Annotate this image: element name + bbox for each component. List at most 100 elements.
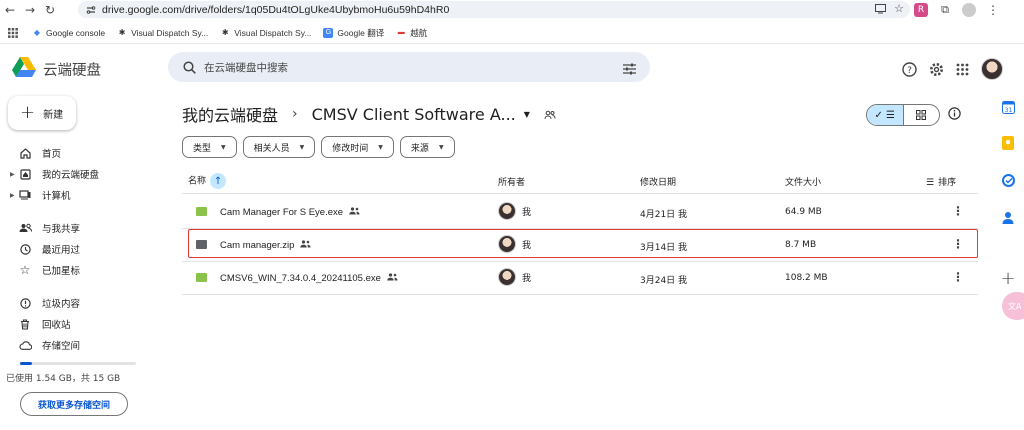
kebab-menu-icon[interactable]: ⋮ xyxy=(986,3,1000,17)
more-actions-icon[interactable]: ⋮ xyxy=(952,204,964,218)
sidebar-item-label: 回收站 xyxy=(42,320,71,331)
column-name-header[interactable]: 名称 ↑ xyxy=(188,173,227,189)
filter-type[interactable]: 类型 ▼ xyxy=(182,136,237,158)
extension-icon[interactable]: R xyxy=(914,3,928,17)
puzzle-icon[interactable]: ⧉ xyxy=(938,3,952,17)
file-size: 64.9 MB xyxy=(785,207,822,217)
sidebar-item-computers[interactable]: ▶ 计算机 xyxy=(10,186,71,204)
sidebar-item-label: 计算机 xyxy=(42,191,71,202)
apps-grid-icon[interactable] xyxy=(8,27,18,38)
apps-grid-icon[interactable] xyxy=(956,63,969,76)
table-row[interactable]: CMSV6_WIN_7.34.0.4_20241105.exe 我 3月24日 … xyxy=(182,262,978,295)
translate-extension-icon[interactable]: 文A xyxy=(1002,292,1024,320)
shared-icon xyxy=(18,221,32,235)
filter-source[interactable]: 来源 ▼ xyxy=(399,136,455,158)
sidebar-item-label: 我的云端硬盘 xyxy=(42,170,100,181)
sidebar-item-trash[interactable]: 回收站 xyxy=(10,315,71,333)
cloud-icon xyxy=(18,338,32,352)
expand-caret-icon[interactable]: ▶ xyxy=(10,171,18,178)
drive-header: 云端硬盘 在云端硬盘中搜索 ? xyxy=(0,48,1024,88)
sidebar-item-spam[interactable]: 垃圾内容 xyxy=(10,294,80,312)
filter-modified[interactable]: 修改时间 ▼ xyxy=(321,136,394,158)
breadcrumb-current-folder[interactable]: CMSV Client Software A... xyxy=(312,105,516,124)
selection-highlight-box xyxy=(188,229,978,258)
new-button[interactable]: + 新建 xyxy=(8,96,76,130)
main-panel: 我的云端硬盘 › CMSV Client Software A... ▼ ✓ ☰… xyxy=(168,88,988,430)
bookmark-star-icon[interactable]: ☆ xyxy=(894,2,904,15)
search-icon[interactable] xyxy=(174,60,204,74)
profile-avatar-icon[interactable] xyxy=(962,3,976,17)
column-size-header[interactable]: 文件大小 xyxy=(785,175,821,188)
folder-dropdown-icon[interactable]: ▼ xyxy=(524,110,530,119)
sidebar-item-label: 已加星标 xyxy=(42,266,81,277)
calendar-icon[interactable]: 31 xyxy=(1000,99,1016,115)
file-name[interactable]: Cam Manager For S Eye.exe xyxy=(220,207,360,218)
more-actions-icon[interactable]: ⋮ xyxy=(952,270,964,284)
get-addons-plus-icon[interactable]: + xyxy=(1000,268,1016,289)
brand-title[interactable]: 云端硬盘 xyxy=(43,59,101,80)
keep-icon[interactable] xyxy=(1000,135,1016,151)
sidebar-item-starred[interactable]: ☆ 已加星标 xyxy=(10,261,80,279)
airline-icon: ▬ xyxy=(397,29,405,36)
filter-label: 来源 xyxy=(410,143,429,154)
bookmark-label: Visual Dispatch Sy... xyxy=(234,27,312,38)
filter-people[interactable]: 相关人员 ▼ xyxy=(242,136,316,158)
sort-menu[interactable]: ☰ 排序 xyxy=(926,175,956,188)
modified-date: 3月24日 我 xyxy=(640,276,688,286)
view-toggle: ✓ ☰ xyxy=(866,104,940,126)
contacts-icon[interactable] xyxy=(1000,209,1016,225)
bookmark-visual-dispatch-2[interactable]: ✱ Visual Dispatch Sy... xyxy=(220,27,312,38)
sidebar-item-recent[interactable]: 最近用过 xyxy=(10,240,80,258)
search-placeholder: 在云端硬盘中搜索 xyxy=(204,61,288,74)
home-icon xyxy=(18,146,32,160)
sidebar-item-label: 最近用过 xyxy=(42,245,81,256)
sidebar-item-storage[interactable]: 存储空间 xyxy=(10,336,80,354)
filter-chips: 类型 ▼ 相关人员 ▼ 修改时间 ▼ 来源 ▼ xyxy=(182,136,455,158)
expand-caret-icon[interactable]: ▶ xyxy=(10,192,18,199)
get-more-storage-button[interactable]: 获取更多存储空间 xyxy=(20,392,128,416)
tasks-icon[interactable] xyxy=(1000,172,1016,188)
clock-icon xyxy=(18,242,32,256)
sidebar-item-my-drive[interactable]: ▶ 我的云端硬盘 xyxy=(10,165,99,183)
bookmark-google-translate[interactable]: G Google 翻译 xyxy=(323,27,384,39)
forward-icon[interactable]: → xyxy=(20,0,40,20)
account-avatar[interactable] xyxy=(981,58,1003,80)
shared-folder-icon[interactable] xyxy=(544,105,556,124)
table-row[interactable]: Cam Manager For S Eye.exe 我 4月21日 我 64.9… xyxy=(182,196,978,229)
help-icon[interactable]: ? xyxy=(902,61,917,77)
dropdown-arrow-icon: ▼ xyxy=(299,143,305,151)
bookmark-label: Google console xyxy=(46,27,106,38)
bookmark-visual-dispatch-1[interactable]: ✱ Visual Dispatch Sy... xyxy=(117,28,209,38)
list-view-button[interactable]: ✓ ☰ xyxy=(867,105,904,125)
column-modified-header[interactable]: 修改日期 xyxy=(640,175,676,188)
plus-icon: + xyxy=(20,102,36,123)
back-icon[interactable]: ← xyxy=(0,0,20,20)
app-icon: ✱ xyxy=(118,28,126,37)
owner-name: 我 xyxy=(522,273,532,284)
sidebar-item-home[interactable]: 首页 xyxy=(10,144,61,162)
drive-logo-icon[interactable] xyxy=(12,56,36,78)
breadcrumb-root[interactable]: 我的云端硬盘 xyxy=(182,102,278,126)
chevron-right-icon: › xyxy=(292,106,298,122)
address-bar[interactable]: drive.google.com/drive/folders/1q05Du4tO… xyxy=(78,1,910,18)
settings-gear-icon[interactable] xyxy=(929,62,944,77)
info-icon[interactable] xyxy=(948,105,961,124)
search-options-icon[interactable] xyxy=(623,60,636,79)
svg-text:?: ? xyxy=(907,66,912,76)
new-button-label: 新建 xyxy=(43,109,64,121)
spam-icon xyxy=(18,296,32,310)
avatar xyxy=(498,202,516,220)
file-exe-icon xyxy=(196,273,207,282)
cast-icon[interactable] xyxy=(875,3,887,14)
bookmark-airline[interactable]: ▬ 越航 xyxy=(396,27,428,39)
sidebar-item-shared[interactable]: 与我共享 xyxy=(10,219,80,237)
owner-cell: 我 xyxy=(498,268,531,286)
sort-ascending-icon[interactable]: ↑ xyxy=(210,173,227,189)
file-name[interactable]: CMSV6_WIN_7.34.0.4_20241105.exe xyxy=(220,273,398,284)
reload-icon[interactable]: ↻ xyxy=(40,0,60,20)
bookmark-google-console[interactable]: ◆ Google console xyxy=(32,28,105,38)
search-box[interactable]: 在云端硬盘中搜索 xyxy=(168,52,650,82)
column-owner-header[interactable]: 所有者 xyxy=(498,175,525,188)
grid-view-button[interactable] xyxy=(904,105,940,125)
site-settings-icon[interactable] xyxy=(86,5,96,15)
